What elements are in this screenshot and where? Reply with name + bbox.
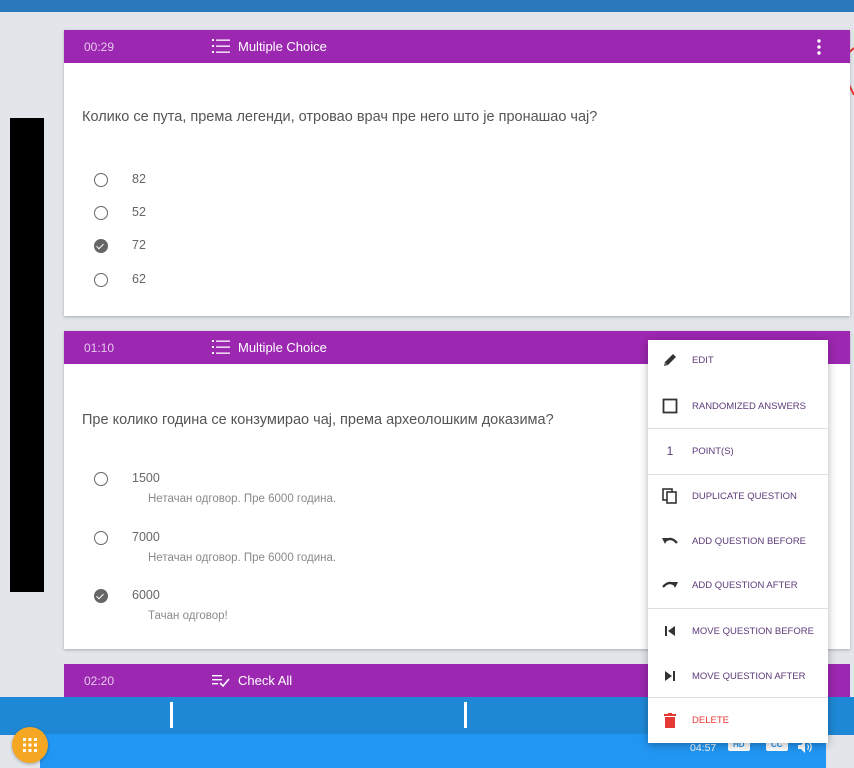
top-stripe	[0, 0, 854, 12]
timestamp: 01:10	[84, 341, 115, 355]
menu-item-duplicate[interactable]: DUPLICATE QUESTION	[648, 481, 828, 511]
menu-divider	[648, 608, 828, 609]
points-value-wrap: 1	[648, 444, 692, 458]
question-type-label: Check All	[238, 672, 293, 688]
question-text: Пре колико година се конзумирао чај, пре…	[82, 412, 554, 428]
card-header: 00:29 Multiple Choice	[64, 30, 850, 63]
skip-previous-icon	[648, 625, 692, 637]
menu-item-move-before[interactable]: MOVE QUESTION BEFORE	[648, 616, 828, 646]
points-value[interactable]: 1	[667, 444, 674, 458]
answer-label: 62	[132, 272, 146, 286]
answer-label: 82	[132, 172, 146, 186]
answer-option[interactable]: 62	[94, 272, 146, 292]
menu-item-add-after[interactable]: ADD QUESTION AFTER	[648, 570, 828, 600]
redo-icon	[648, 578, 692, 592]
menu-item-label: RANDOMIZED ANSWERS	[692, 400, 807, 412]
undo-icon	[648, 534, 692, 548]
question-card: 00:29 Multiple Choice Колико се пута, пр…	[64, 30, 850, 316]
question-text: Колико се пута, према легенди, отровао в…	[82, 109, 598, 125]
answer-feedback: Нетачан одговор. Пре 6000 година.	[148, 552, 337, 564]
answer-label: 1500	[132, 471, 160, 485]
menu-item-label: DELETE	[692, 714, 729, 726]
menu-item-delete[interactable]: DELETE	[648, 705, 828, 735]
question-type: Check All	[212, 672, 292, 688]
copy-icon	[648, 488, 692, 504]
answer-feedback: Тачан одговор!	[148, 610, 228, 622]
list-icon	[212, 340, 230, 354]
player-time: 04:57	[690, 742, 717, 754]
menu-item-label: EDIT	[692, 354, 714, 366]
answer-label: 72	[132, 238, 146, 252]
menu-item-label: MOVE QUESTION BEFORE	[692, 625, 814, 637]
answer-feedback: Нетачан одговор. Пре 6000 година.	[148, 493, 337, 505]
radio-button[interactable]	[94, 472, 108, 486]
menu-item-points[interactable]: 1 POINT(S)	[648, 436, 828, 466]
answer-option[interactable]: 82	[94, 172, 146, 192]
answer-label: 52	[132, 205, 146, 219]
more-vert-icon[interactable]	[816, 37, 822, 57]
question-context-menu: EDIT RANDOMIZED ANSWERS 1 POINT(S) DUPLI…	[648, 340, 828, 743]
video-preview	[10, 118, 44, 592]
answer-label: 7000	[132, 530, 160, 544]
answer-option[interactable]: 6000 Тачан одговор!	[94, 588, 228, 622]
radio-button[interactable]	[94, 273, 108, 287]
menu-divider	[648, 474, 828, 475]
answer-option[interactable]: 1500 Нетачан одговор. Пре 6000 година.	[94, 471, 336, 505]
radio-button-checked[interactable]	[94, 589, 108, 603]
answer-option[interactable]: 52	[94, 205, 146, 225]
list-icon	[212, 39, 230, 53]
timestamp: 00:29	[84, 40, 115, 54]
menu-item-label: DUPLICATE QUESTION	[692, 490, 797, 502]
question-type: Multiple Choice	[212, 339, 327, 355]
radio-button-checked[interactable]	[94, 239, 108, 253]
answer-option[interactable]: 7000 Нетачан одговор. Пре 6000 година.	[94, 530, 336, 564]
answer-label: 6000	[132, 588, 160, 602]
menu-item-label: ADD QUESTION AFTER	[692, 579, 798, 591]
timeline-marker[interactable]	[170, 702, 173, 728]
timeline-marker[interactable]	[464, 702, 467, 728]
pencil-icon	[648, 352, 692, 368]
menu-divider	[648, 428, 828, 429]
check-list-icon	[212, 675, 230, 688]
timestamp: 02:20	[84, 674, 115, 688]
question-type-label: Multiple Choice	[238, 38, 327, 54]
menu-item-add-before[interactable]: ADD QUESTION BEFORE	[648, 526, 828, 556]
menu-item-label: ADD QUESTION BEFORE	[692, 535, 807, 547]
menu-item-randomized-answers[interactable]: RANDOMIZED ANSWERS	[648, 391, 828, 421]
menu-item-label: MOVE QUESTION AFTER	[692, 670, 806, 682]
question-type: Multiple Choice	[212, 38, 327, 54]
skip-next-icon	[648, 670, 692, 682]
radio-button[interactable]	[94, 531, 108, 545]
answer-option[interactable]: 72	[94, 238, 146, 258]
menu-divider	[648, 697, 828, 698]
menu-item-move-after[interactable]: MOVE QUESTION AFTER	[648, 661, 828, 691]
checkbox-icon	[648, 398, 692, 414]
question-type-label: Multiple Choice	[238, 339, 327, 355]
menu-item-label: POINT(S)	[692, 445, 734, 457]
apps-button[interactable]	[12, 727, 48, 763]
radio-button[interactable]	[94, 206, 108, 220]
radio-button[interactable]	[94, 173, 108, 187]
apps-icon	[23, 738, 37, 752]
menu-item-edit[interactable]: EDIT	[648, 345, 828, 375]
trash-icon	[648, 712, 692, 728]
